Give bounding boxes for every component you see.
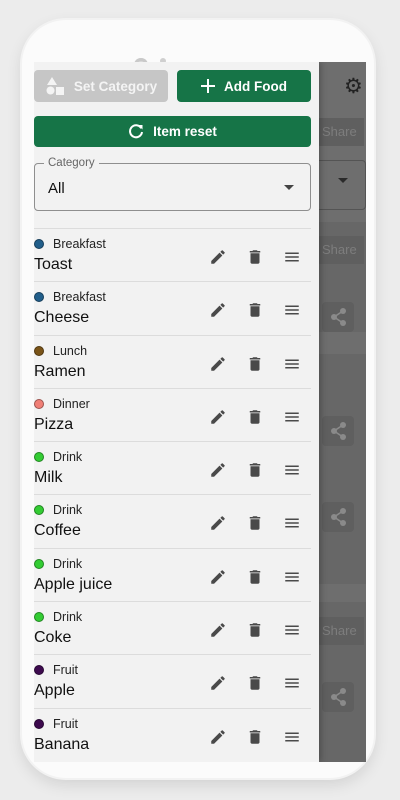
- category-select-label: Category: [44, 156, 99, 170]
- food-category: Drink: [53, 556, 83, 571]
- drag-handle-icon[interactable]: [282, 300, 302, 320]
- drag-handle-icon[interactable]: [282, 673, 302, 693]
- food-list-item[interactable]: Fruit Banana: [34, 707, 311, 761]
- delete-trash-icon[interactable]: [245, 460, 265, 480]
- food-list-item[interactable]: Drink Coke: [34, 601, 311, 654]
- food-name: Ramen: [34, 362, 86, 380]
- food-category: Drink: [53, 503, 83, 518]
- delete-trash-icon[interactable]: [245, 567, 265, 587]
- food-name: Pizza: [34, 415, 74, 433]
- share-icon[interactable]: [322, 682, 354, 712]
- food-list-item[interactable]: Dinner Pizza: [34, 387, 311, 441]
- food-name: Cheese: [34, 309, 90, 327]
- food-name: Toast: [34, 256, 73, 273]
- background-card: [312, 354, 366, 584]
- set-category-button[interactable]: Set Category: [34, 70, 168, 102]
- share-icon[interactable]: [322, 502, 354, 532]
- category-select-value: All: [48, 180, 65, 197]
- drag-handle-icon[interactable]: [282, 247, 302, 267]
- edit-pencil-icon[interactable]: [208, 354, 228, 374]
- delete-trash-icon[interactable]: [245, 247, 265, 267]
- food-name: Banana: [34, 735, 90, 753]
- refresh-icon: [128, 123, 144, 140]
- category-color-dot: [34, 718, 44, 729]
- food-category: Dinner: [53, 396, 90, 411]
- food-list-item[interactable]: Breakfast Cheese: [34, 281, 311, 334]
- drag-handle-icon[interactable]: [282, 567, 302, 587]
- food-category: Drink: [53, 450, 83, 465]
- category-color-dot: [34, 345, 44, 356]
- shapes-icon: [45, 77, 65, 95]
- category-color-dot: [34, 239, 44, 249]
- delete-trash-icon[interactable]: [245, 407, 265, 427]
- food-list-item[interactable]: Drink Milk: [34, 441, 311, 494]
- add-food-button[interactable]: Add Food: [177, 70, 311, 102]
- set-category-label: Set Category: [73, 78, 158, 94]
- edit-pencil-icon[interactable]: [208, 407, 228, 427]
- drag-handle-icon[interactable]: [282, 727, 302, 747]
- edit-pencil-icon[interactable]: [208, 727, 228, 747]
- caret-down-icon: [338, 178, 348, 183]
- share-button[interactable]: Share: [316, 118, 364, 146]
- category-color-dot: [34, 398, 44, 409]
- category-color-dot: [34, 452, 44, 463]
- share-icon[interactable]: [322, 416, 354, 446]
- edit-pencil-icon[interactable]: [208, 247, 228, 267]
- delete-trash-icon[interactable]: [245, 300, 265, 320]
- food-name: Milk: [34, 469, 63, 487]
- category-select[interactable]: Category All: [34, 156, 311, 211]
- category-color-dot: [34, 665, 44, 676]
- delete-trash-icon[interactable]: [245, 513, 265, 533]
- food-name: Apple juice: [34, 575, 113, 593]
- food-list-item[interactable]: Fruit Apple: [34, 654, 311, 707]
- food-category: Fruit: [53, 716, 78, 731]
- food-name: Apple: [34, 682, 75, 700]
- food-list-item[interactable]: Lunch Ramen: [34, 334, 311, 388]
- category-color-dot: [34, 505, 44, 516]
- edit-pencil-icon[interactable]: [208, 567, 228, 587]
- background-dropdown: [312, 160, 366, 210]
- edit-pencil-icon[interactable]: [208, 673, 228, 693]
- edit-pencil-icon[interactable]: [208, 460, 228, 480]
- share-icon[interactable]: [322, 302, 354, 332]
- food-list-item[interactable]: Drink Coffee: [34, 494, 311, 547]
- app-screen: ⚙ Share Share Share Set Category Add Foo…: [34, 62, 366, 762]
- drag-handle-icon[interactable]: [282, 407, 302, 427]
- share-button[interactable]: Share: [316, 236, 364, 264]
- category-color-dot: [34, 292, 44, 303]
- edit-pencil-icon[interactable]: [208, 620, 228, 640]
- edit-pencil-icon[interactable]: [208, 300, 228, 320]
- food-name: Coke: [34, 629, 72, 647]
- drawer-toolbar: Set Category Add Food: [34, 70, 319, 102]
- food-list: Breakfast Toast Breakfast Cheese Lunch R…: [34, 228, 311, 761]
- delete-trash-icon[interactable]: [245, 727, 265, 747]
- share-button[interactable]: Share: [316, 617, 364, 645]
- food-list-item[interactable]: Breakfast Toast: [34, 228, 311, 281]
- food-category: Breakfast: [53, 290, 106, 305]
- food-category: Lunch: [53, 343, 88, 358]
- edit-pencil-icon[interactable]: [208, 513, 228, 533]
- delete-trash-icon[interactable]: [245, 354, 265, 374]
- settings-gear-icon[interactable]: ⚙: [344, 76, 363, 97]
- drag-handle-icon[interactable]: [282, 620, 302, 640]
- add-food-label: Add Food: [224, 78, 287, 94]
- delete-trash-icon[interactable]: [245, 673, 265, 693]
- food-list-item[interactable]: Drink Apple juice: [34, 547, 311, 601]
- food-category: Drink: [53, 610, 83, 625]
- food-category: Breakfast: [53, 237, 106, 251]
- category-color-dot: [34, 612, 44, 623]
- plus-icon: [201, 79, 215, 93]
- food-name: Coffee: [34, 522, 81, 540]
- caret-down-icon: [284, 185, 294, 190]
- category-color-dot: [34, 558, 44, 569]
- item-reset-button[interactable]: Item reset: [34, 116, 311, 147]
- item-reset-label: Item reset: [153, 124, 217, 139]
- drag-handle-icon[interactable]: [282, 460, 302, 480]
- drag-handle-icon[interactable]: [282, 354, 302, 374]
- food-drawer: Set Category Add Food Item reset Categor…: [34, 62, 319, 762]
- drag-handle-icon[interactable]: [282, 513, 302, 533]
- food-category: Fruit: [53, 663, 78, 678]
- delete-trash-icon[interactable]: [245, 620, 265, 640]
